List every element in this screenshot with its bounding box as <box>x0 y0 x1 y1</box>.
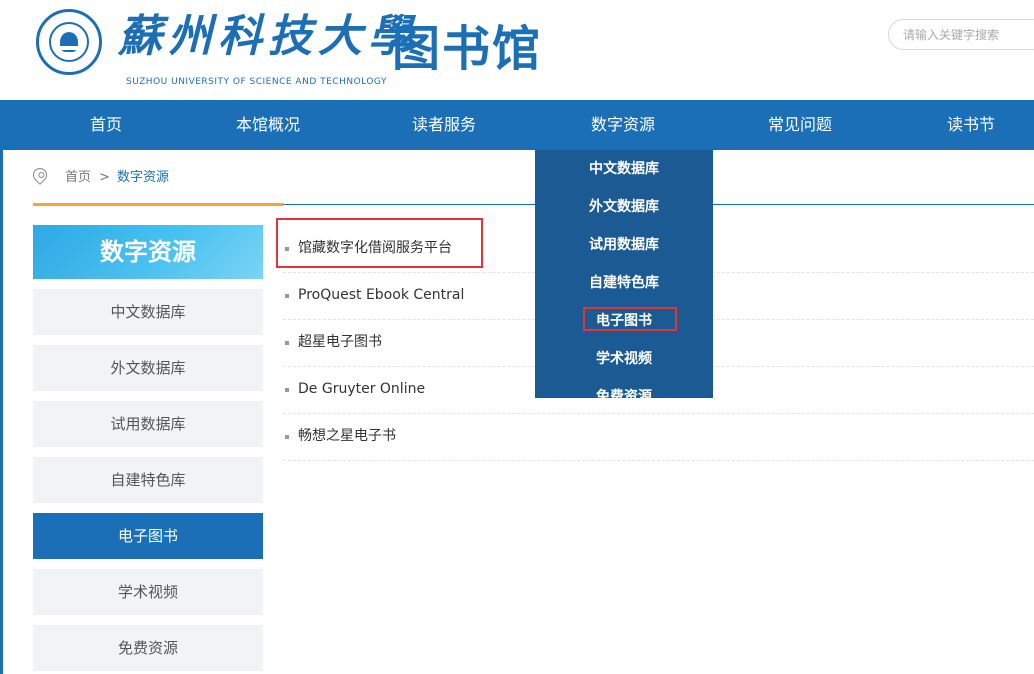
sidebar-item-foreign-db[interactable]: 外文数据库 <box>33 345 263 391</box>
sidebar-item-special-db[interactable]: 自建特色库 <box>33 457 263 503</box>
sidebar-item-ebooks[interactable]: 电子图书 <box>33 513 263 559</box>
list-item-link[interactable]: 畅想之星电子书 <box>298 413 396 459</box>
sidebar-item-academic-video[interactable]: 学术视频 <box>33 569 263 615</box>
list-item-link[interactable]: 超星电子图书 <box>298 319 382 365</box>
sidebar-item-trial-db[interactable]: 试用数据库 <box>33 401 263 447</box>
bullet-icon <box>285 341 289 345</box>
dropdown-highlight-box <box>583 307 677 331</box>
dropdown-item-academic-video[interactable]: 学术视频 <box>535 347 713 371</box>
dropdown-item-free-resources[interactable]: 免费资源 <box>535 385 713 398</box>
nav-item-home[interactable]: 首页 <box>70 100 142 150</box>
nav-item-reading-festival[interactable]: 读书节 <box>931 100 1011 150</box>
seal-inner-ring <box>49 22 89 62</box>
main-nav: 首页 本馆概况 读者服务 数字资源 常见问题 读书节 <box>3 100 1034 150</box>
breadcrumb-current[interactable]: 数字资源 <box>117 166 169 190</box>
bullet-icon <box>285 435 289 439</box>
nav-item-faq[interactable]: 常见问题 <box>755 100 845 150</box>
breadcrumb-separator: > <box>99 170 110 185</box>
dropdown-item-foreign-db[interactable]: 外文数据库 <box>535 195 713 219</box>
library-title[interactable]: 图书馆 <box>392 18 542 80</box>
list-highlight-box <box>276 218 483 268</box>
list-item-link[interactable]: De Gruyter Online <box>298 366 425 412</box>
list-item[interactable]: 畅想之星电子书 <box>283 413 1034 461</box>
nav-item-about[interactable]: 本馆概况 <box>223 100 313 150</box>
school-name-cn[interactable]: 蘇州科技大學 <box>118 8 418 66</box>
university-seal-icon[interactable] <box>36 9 102 75</box>
dropdown-item-special-db[interactable]: 自建特色库 <box>535 271 713 295</box>
list-item-link[interactable]: ProQuest Ebook Central <box>298 272 464 318</box>
breadcrumb-home[interactable]: 首页 <box>65 166 91 190</box>
breadcrumb-accent-line <box>33 203 283 206</box>
bullet-icon <box>285 388 289 392</box>
dropdown-item-trial-db[interactable]: 试用数据库 <box>535 233 713 257</box>
sidebar-item-free-resources[interactable]: 免费资源 <box>33 625 263 671</box>
seal-wave <box>56 46 82 50</box>
sidebar-item-chinese-db[interactable]: 中文数据库 <box>33 289 263 335</box>
location-pin-icon <box>30 165 50 185</box>
nav-item-reader-services[interactable]: 读者服务 <box>399 100 489 150</box>
dropdown-item-chinese-db[interactable]: 中文数据库 <box>535 157 713 181</box>
search-input[interactable]: 请输入关键字搜索 <box>888 19 1034 50</box>
nav-item-digital-resources[interactable]: 数字资源 <box>578 100 668 150</box>
sidebar-title: 数字资源 <box>33 225 263 279</box>
bullet-icon <box>285 294 289 298</box>
digital-resources-dropdown: 中文数据库 外文数据库 试用数据库 自建特色库 电子图书 学术视频 免费资源 <box>535 150 713 398</box>
site-header: 蘇州科技大學 SUZHOU UNIVERSITY OF SCIENCE AND … <box>0 0 1034 100</box>
school-name-en: SUZHOU UNIVERSITY OF SCIENCE AND TECHNOL… <box>126 77 387 87</box>
